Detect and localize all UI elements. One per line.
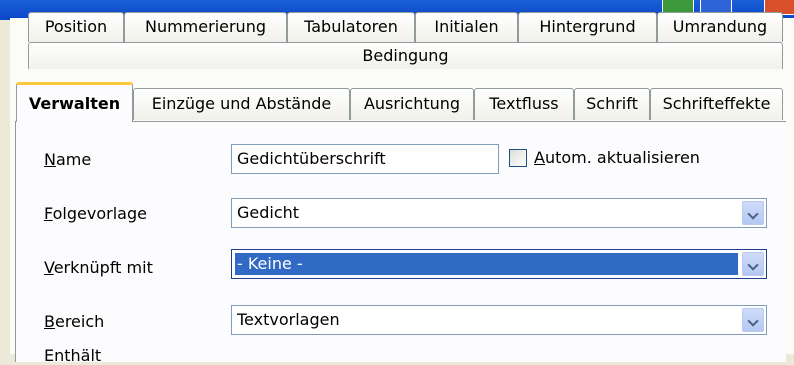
next-style-value: Gedicht (237, 203, 300, 222)
name-input[interactable]: Gedichtüberschrift (231, 144, 499, 174)
linked-with-value: - Keine - (234, 252, 739, 276)
tab-verwalten[interactable]: Verwalten (16, 82, 133, 122)
category-value: Textvorlagen (237, 310, 340, 329)
chevron-down-icon[interactable] (742, 308, 764, 332)
auto-update-label[interactable]: Autom. aktualisieren (534, 148, 700, 167)
chevron-down-icon[interactable] (742, 252, 764, 276)
tab-ausrichtung[interactable]: Ausrichtung (350, 88, 474, 120)
next-style-select[interactable]: Gedicht (231, 198, 767, 228)
linked-with-select[interactable]: - Keine - (231, 249, 767, 279)
auto-update-checkbox[interactable] (509, 149, 527, 167)
tab-schrifteffekte[interactable]: Schrifteffekte (650, 88, 783, 120)
contains-label: Enthält (44, 346, 102, 365)
tab-einzuege-abstaende[interactable]: Einzüge und Abstände (133, 88, 350, 120)
tab-textfluss[interactable]: Textfluss (474, 88, 574, 120)
name-label: Name (44, 150, 92, 169)
tab-bedingung[interactable]: Bedingung (28, 42, 783, 69)
category-select[interactable]: Textvorlagen (231, 305, 767, 335)
category-label: Bereich (44, 312, 105, 331)
tab-hintergrund[interactable]: Hintergrund (518, 12, 657, 42)
tab-nummerierung[interactable]: Nummerierung (124, 12, 287, 42)
next-style-label: Folgevorlage (44, 204, 147, 223)
linked-with-label: Verknüpft mit (44, 258, 153, 277)
tab-initialen[interactable]: Initialen (415, 12, 518, 42)
tab-tabulatoren[interactable]: Tabulatoren (287, 12, 415, 42)
tab-schrift[interactable]: Schrift (574, 88, 650, 120)
tab-umrandung[interactable]: Umrandung (657, 12, 783, 42)
chevron-down-icon[interactable] (742, 201, 764, 225)
tab-position[interactable]: Position (28, 12, 124, 42)
